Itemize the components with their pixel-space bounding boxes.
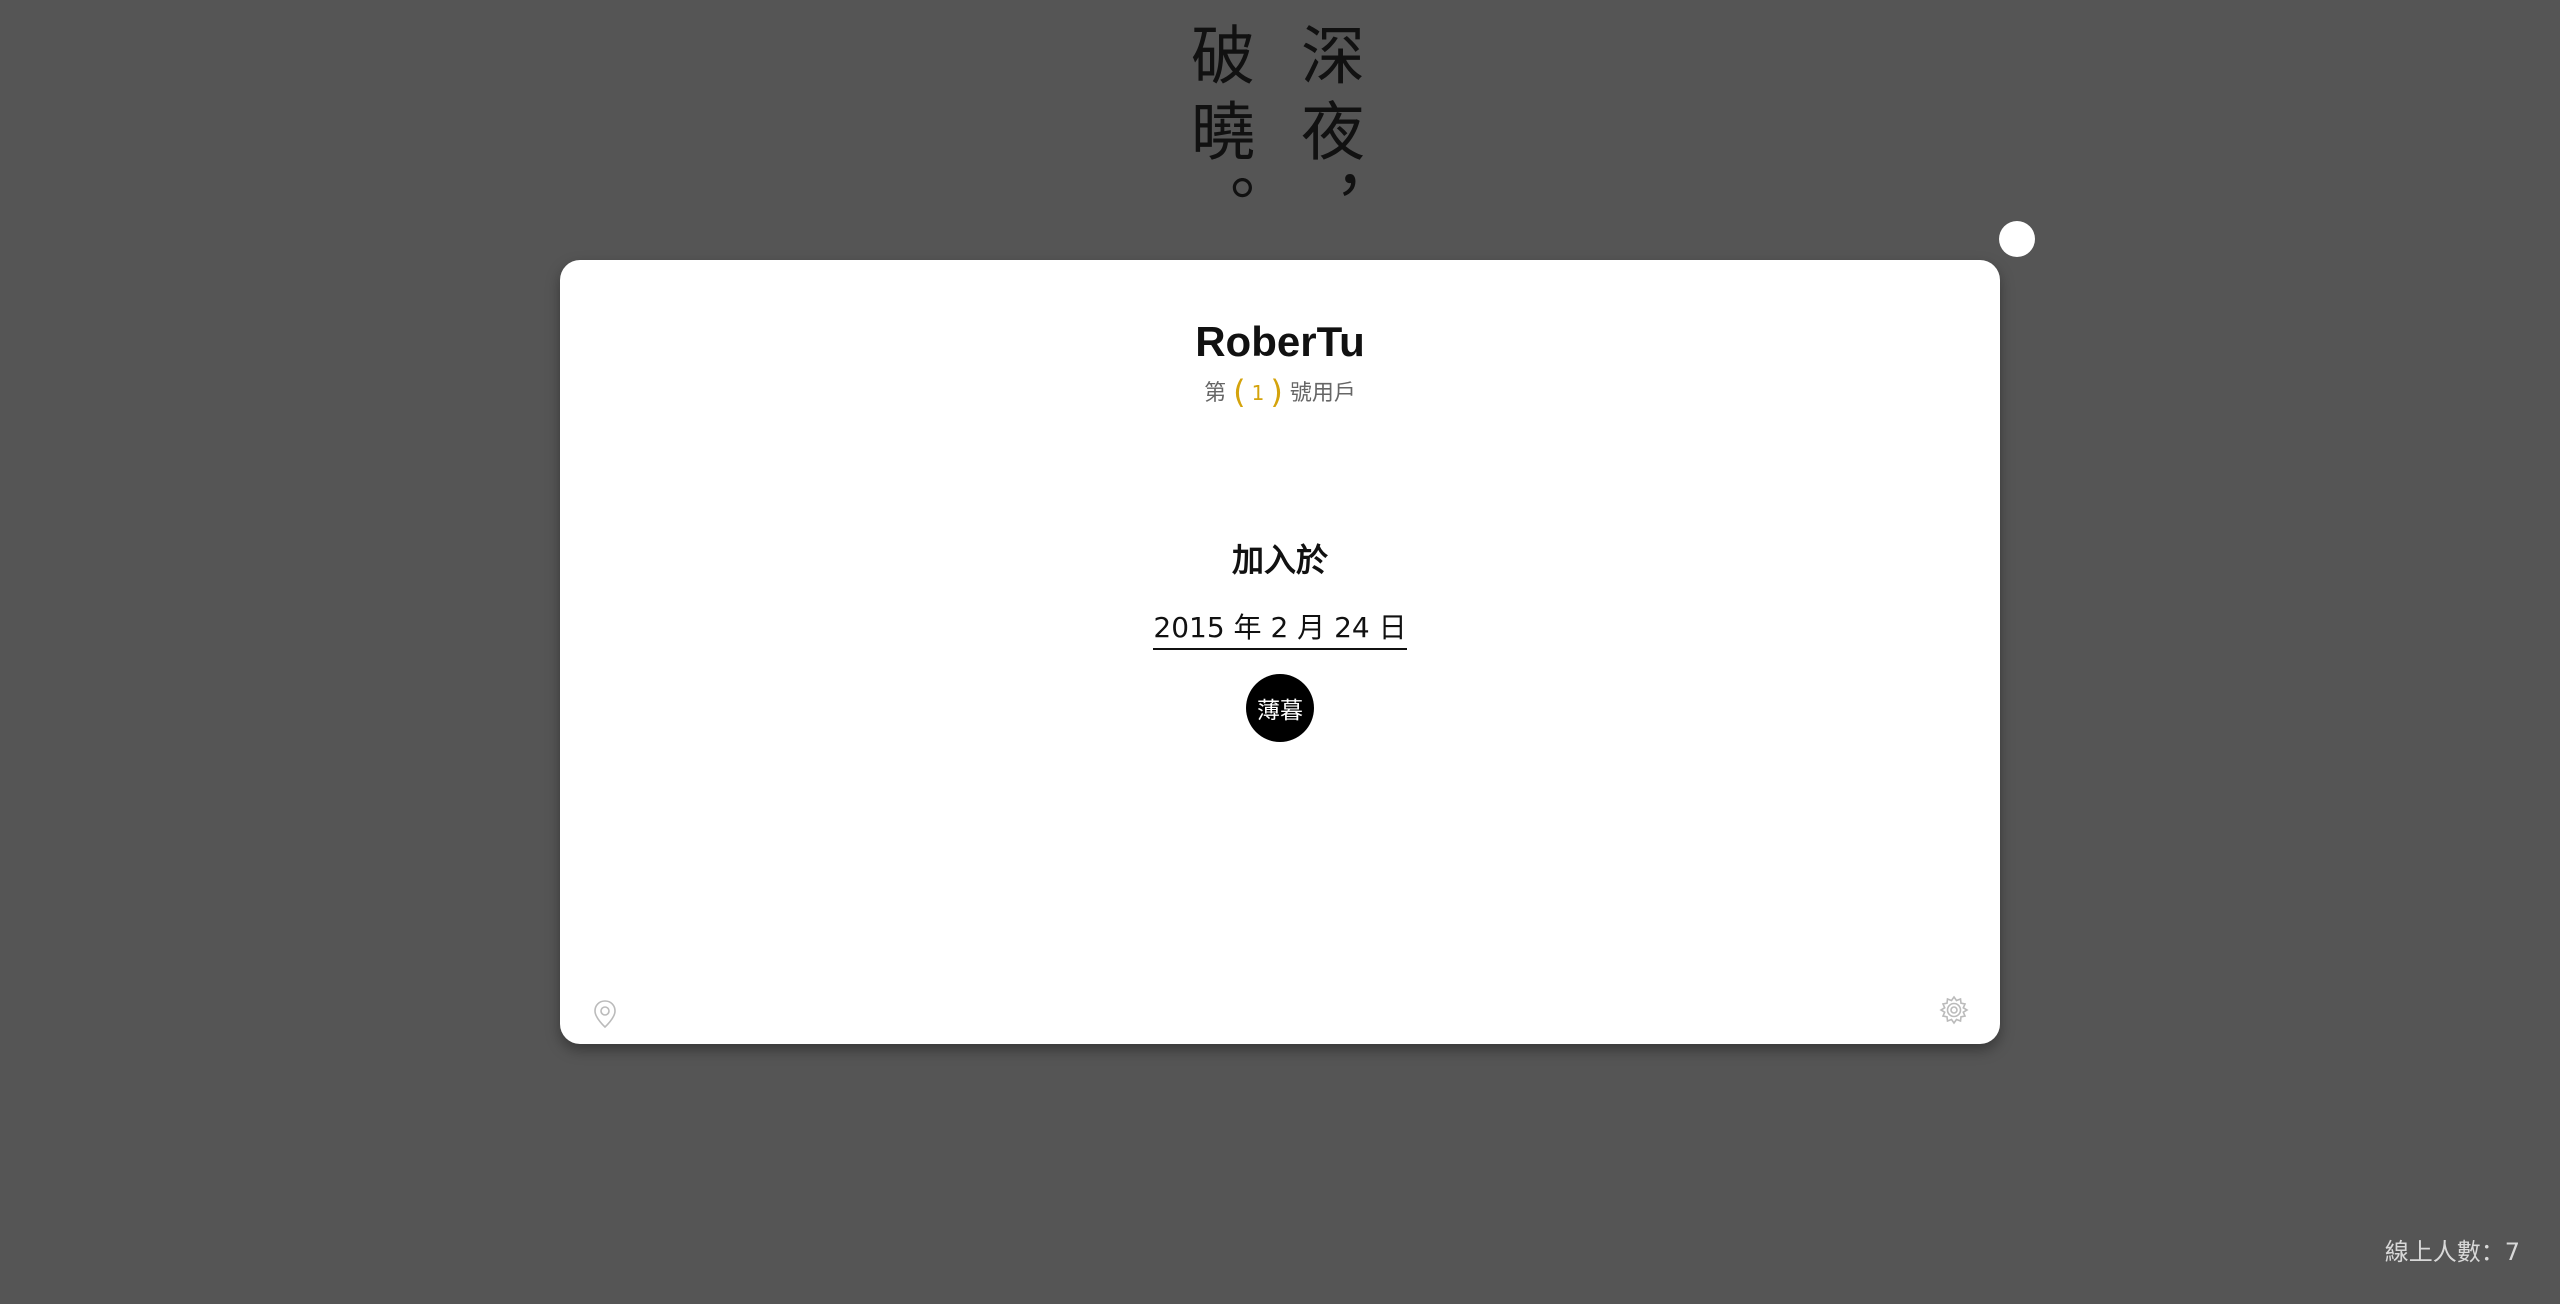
joined-label: 加入於 <box>1231 541 1328 579</box>
rank-close-paren: ) <box>1270 373 1283 411</box>
page: 深夜， 破曉。 RoberTu 第 (1) 號用戶 加入於 2015 年 2 月… <box>0 0 2560 1304</box>
theme-toggle-button[interactable] <box>1999 221 2035 257</box>
rank-number: 1 <box>1251 381 1265 405</box>
rank-suffix: 號用戶 <box>1289 381 1356 406</box>
poem-right-column: 深夜， <box>1290 22 1364 250</box>
poem: 深夜， 破曉。 <box>1180 22 1364 250</box>
location-pin-icon[interactable] <box>589 998 621 1030</box>
rank-prefix: 第 <box>1204 381 1227 406</box>
rank-open-paren: ( <box>1233 373 1246 411</box>
joined-date: 2015 年 2 月 24 日 <box>1153 606 1407 650</box>
user-rank: 第 (1) 號用戶 <box>560 373 2000 411</box>
joined-date-container: 2015 年 2 月 24 日 <box>560 606 2000 650</box>
badge-label: 薄暮 <box>1257 698 1303 724</box>
username: RoberTu <box>1195 318 1365 365</box>
profile-card: RoberTu 第 (1) 號用戶 加入於 2015 年 2 月 24 日 薄暮 <box>560 260 2000 1044</box>
poem-left-column: 破曉。 <box>1180 22 1254 250</box>
gear-icon[interactable] <box>1938 994 1970 1026</box>
badge[interactable]: 薄暮 <box>1246 674 1314 742</box>
online-user-count: 線上人數：7 <box>2384 1238 2520 1266</box>
